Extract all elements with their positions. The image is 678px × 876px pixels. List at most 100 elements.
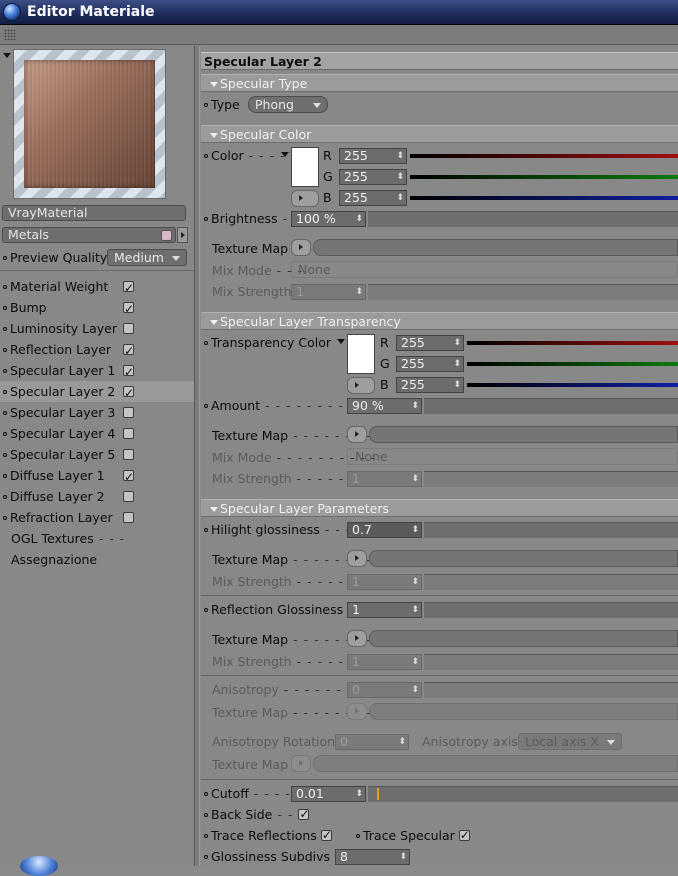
channel-checkbox[interactable]: [123, 383, 134, 404]
mix-strength-slider[interactable]: [368, 284, 678, 300]
refl-gloss-input[interactable]: 1: [347, 602, 422, 618]
channel-luminosity-layer[interactable]: Luminosity Layer: [0, 318, 194, 339]
app-icon[interactable]: [3, 3, 21, 21]
type-arrow-button[interactable]: [177, 227, 188, 243]
tr-texture-button[interactable]: [347, 426, 367, 443]
g-input[interactable]: 255: [339, 169, 407, 185]
channel-specular-layer-5[interactable]: Specular Layer 5: [0, 444, 194, 465]
channel-bump[interactable]: Bump: [0, 297, 194, 320]
transparency-swatch[interactable]: [347, 334, 375, 374]
tr-texture-slot[interactable]: [369, 426, 678, 443]
mix-mode-dropdown[interactable]: [291, 261, 678, 278]
aniso-input[interactable]: 0: [347, 682, 422, 698]
preview-quality-dropdown[interactable]: Medium: [107, 249, 187, 266]
cutoff-handle[interactable]: [377, 788, 379, 800]
channel-checkbox[interactable]: [123, 467, 134, 488]
p-mix-strength2-slider[interactable]: [424, 654, 678, 670]
hilight-slider[interactable]: [424, 522, 678, 538]
b-input[interactable]: 255: [339, 190, 407, 206]
material-name-field[interactable]: VrayMaterial: [2, 205, 186, 221]
texture-map-slot[interactable]: [313, 239, 678, 256]
section-specular-type[interactable]: Specular Type: [201, 74, 678, 92]
cutoff-input[interactable]: 0.01: [291, 786, 366, 802]
channel-checkbox[interactable]: [123, 362, 134, 383]
p-texture-button[interactable]: [347, 550, 367, 567]
channel-checkbox[interactable]: [123, 512, 134, 523]
transparency-picker-button[interactable]: [347, 377, 375, 394]
red-slider[interactable]: [410, 154, 678, 158]
channel-specular-layer-1[interactable]: Specular Layer 1: [0, 360, 194, 383]
backside-checkbox[interactable]: [298, 806, 309, 822]
material-type-field[interactable]: Metals: [2, 227, 176, 243]
channel-diffuse-layer-2[interactable]: Diffuse Layer 2: [0, 486, 194, 507]
r-input[interactable]: 255: [339, 148, 407, 164]
gloss-subdivs-input[interactable]: 8: [335, 849, 410, 865]
color-menu-icon[interactable]: [281, 152, 289, 157]
aniso-rot-input[interactable]: 0: [335, 734, 409, 750]
channel-checkbox[interactable]: [123, 299, 134, 320]
hilight-input[interactable]: 0.7: [347, 522, 422, 538]
tr-blue-slider[interactable]: [467, 383, 678, 387]
trace-spec-checkbox[interactable]: [458, 827, 470, 843]
tr-mix-strength-input[interactable]: 1: [347, 471, 422, 487]
assegnazione-item[interactable]: Assegnazione: [0, 549, 194, 570]
p-mix-strength2-input[interactable]: 1: [347, 654, 422, 670]
tr-b-input[interactable]: 255: [396, 377, 464, 393]
brightness-slider[interactable]: [368, 211, 678, 227]
channel-specular-layer-2[interactable]: Specular Layer 2: [0, 381, 194, 404]
tr-mix-mode-dropdown[interactable]: [347, 448, 678, 465]
p-texture3-button[interactable]: [347, 703, 367, 720]
channel-checkbox[interactable]: [123, 428, 134, 439]
tr-green-slider[interactable]: [467, 362, 678, 366]
channel-checkbox[interactable]: [123, 341, 134, 362]
tr-r-input[interactable]: 255: [396, 335, 464, 351]
material-preview[interactable]: [13, 49, 166, 199]
type-dropdown[interactable]: Phong: [248, 96, 328, 113]
p-texture4-slot[interactable]: [313, 755, 678, 772]
channel-checkbox[interactable]: [123, 407, 134, 418]
p-texture-slot[interactable]: [369, 550, 678, 567]
brightness-input[interactable]: 100 %: [291, 211, 366, 227]
refl-gloss-slider[interactable]: [424, 602, 678, 618]
texture-map-button[interactable]: [291, 239, 311, 256]
channel-checkbox[interactable]: [123, 278, 134, 299]
aniso-slider[interactable]: [424, 682, 678, 698]
channel-checkbox[interactable]: [123, 491, 134, 502]
aniso-axis-dropdown[interactable]: Local axis X: [518, 733, 622, 750]
channel-checkbox[interactable]: [123, 449, 134, 460]
p-mix-strength-slider[interactable]: [424, 574, 678, 590]
ogl-textures-item[interactable]: OGL Textures - - -: [0, 528, 194, 549]
channel-specular-layer-4[interactable]: Specular Layer 4: [0, 423, 194, 444]
channel-refraction-layer[interactable]: Refraction Layer: [0, 507, 194, 528]
channel-specular-layer-3[interactable]: Specular Layer 3: [0, 402, 194, 423]
panel-splitter[interactable]: [194, 46, 200, 866]
mix-strength-input[interactable]: 1: [291, 284, 366, 300]
start-orb-icon[interactable]: [20, 856, 58, 876]
amount-input[interactable]: 90 %: [347, 398, 422, 414]
channel-checkbox[interactable]: [123, 323, 134, 334]
channel-reflection-layer[interactable]: Reflection Layer: [0, 339, 194, 362]
trace-refl-checkbox[interactable]: [320, 827, 332, 843]
color-picker-button[interactable]: [291, 190, 319, 207]
amount-slider[interactable]: [424, 398, 678, 414]
section-transparency[interactable]: Specular Layer Transparency: [201, 312, 678, 330]
tr-red-slider[interactable]: [467, 341, 678, 345]
transparency-menu-icon[interactable]: [337, 339, 345, 344]
color-swatch[interactable]: [291, 147, 319, 187]
grip-icon[interactable]: [4, 29, 16, 40]
p-mix-strength-input[interactable]: 1: [347, 574, 422, 590]
channel-material-weight[interactable]: Material Weight: [0, 276, 194, 299]
preview-menu-icon[interactable]: [3, 53, 11, 58]
blue-slider[interactable]: [410, 196, 678, 200]
p-texture3-slot[interactable]: [369, 703, 678, 720]
p-texture2-slot[interactable]: [369, 630, 678, 647]
green-slider[interactable]: [410, 175, 678, 179]
section-parameters[interactable]: Specular Layer Parameters: [201, 499, 678, 517]
tr-g-input[interactable]: 255: [396, 356, 464, 372]
tr-mix-strength-slider[interactable]: [424, 471, 678, 487]
p-texture4-button[interactable]: [291, 755, 311, 772]
section-specular-color[interactable]: Specular Color: [201, 125, 678, 143]
cutoff-slider[interactable]: [368, 786, 678, 802]
channel-diffuse-layer-1[interactable]: Diffuse Layer 1: [0, 465, 194, 488]
p-texture2-button[interactable]: [347, 630, 367, 647]
